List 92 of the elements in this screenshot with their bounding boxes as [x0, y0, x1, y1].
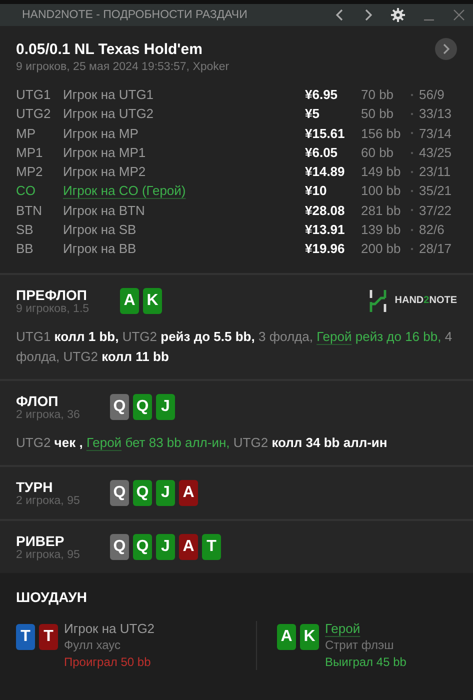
playing-card: Q: [110, 394, 129, 420]
next-icon[interactable]: [363, 8, 373, 22]
player-stack: ¥14.89: [305, 163, 346, 182]
player-stack: ¥19.96: [305, 240, 346, 258]
street-name: ФЛОП: [16, 392, 60, 409]
showdown-title: ШОУДАУН: [16, 588, 88, 605]
player-position: BB: [16, 240, 34, 258]
action-line: UTG2 чек , Герой бет 83 bb алл-ин, UTG2 колл 34 bb алл-ин: [16, 434, 388, 452]
player-name: Игрок на MP2: [63, 163, 147, 182]
hand-combination: Фулл хаус: [64, 637, 122, 654]
logo-text: HAND2NOTE: [394, 295, 457, 306]
playing-card: Q: [110, 534, 129, 560]
player-bb: 50 bb: [361, 105, 395, 124]
playing-card: Q: [110, 480, 129, 506]
street-info: 2 игрока, 95: [16, 494, 81, 507]
window-title: HAND2NOTE - ПОДРОБНОСТИ РАЗДАЧИ: [22, 9, 248, 21]
player-stack: ¥15.61: [305, 124, 346, 143]
playing-card: A: [179, 534, 198, 560]
player-stats: 35/21: [419, 182, 452, 200]
player-name: Игрок на UTG2: [64, 620, 155, 638]
player-stack: ¥28.08: [305, 202, 346, 220]
street-name: ТУРН: [16, 478, 54, 495]
street-name: РИВЕР: [16, 532, 66, 549]
player-bb: 60 bb: [361, 144, 395, 162]
player-stack: ¥13.91: [305, 221, 346, 240]
player-name: Игрок на BB: [63, 240, 138, 258]
playing-card: A: [179, 480, 198, 506]
player-stack: ¥6.95: [305, 86, 339, 104]
close-icon[interactable]: [453, 9, 465, 21]
player-stats: 82/6: [419, 221, 444, 240]
player-stats: 23/11: [419, 163, 451, 182]
playing-card: Q: [133, 394, 152, 420]
player-position: CO: [16, 182, 36, 200]
street-info: 2 игрока, 36: [16, 408, 81, 421]
playing-card: T: [39, 624, 58, 650]
player-stack: ¥10: [305, 182, 328, 200]
player-name[interactable]: Игрок на CO (Герой): [63, 181, 305, 201]
street-name: ПРЕФЛОП: [16, 286, 88, 303]
street-info: 9 игроков, 1.5: [16, 302, 90, 315]
playing-card: J: [156, 480, 175, 506]
player-bb: 281 bb: [361, 202, 402, 220]
player-stack: ¥6.05: [305, 144, 339, 162]
playing-card: A: [277, 624, 296, 650]
player-stats: 33/13: [419, 105, 452, 124]
hand-title: 0.05/0.1 NL Texas Hold'em: [16, 40, 202, 58]
player-stats: 43/25: [419, 144, 452, 162]
settings-icon[interactable]: [391, 8, 405, 22]
hero-link[interactable]: Герой: [86, 434, 122, 450]
player-position: UTG2: [16, 105, 52, 124]
player-stats: 37/22: [419, 202, 452, 220]
hand-result: Проиграл 50 bb: [64, 654, 152, 670]
playing-card: Q: [133, 480, 152, 506]
player-position: SB: [16, 221, 34, 240]
player-stats: 56/9: [419, 86, 444, 104]
player-bb: 156 bb: [361, 124, 402, 143]
hand-result: Выиграл 45 bb: [325, 654, 406, 670]
player-position: MP1: [16, 144, 44, 162]
player-name: Игрок на MP: [63, 124, 140, 143]
player-bb: 200 bb: [361, 240, 402, 258]
player-bb: 149 bb: [361, 163, 402, 182]
playing-card: K: [300, 624, 319, 650]
playing-card: J: [156, 534, 175, 560]
player-name: Игрок на SB: [63, 221, 138, 240]
player-name: Игрок на UTG1: [63, 86, 155, 104]
hero-link[interactable]: Герой: [316, 328, 352, 344]
hand-combination: Стрит флэш: [325, 637, 395, 654]
hand-subtitle: 9 игроков, 25 мая 2024 19:53:57, Xpoker: [16, 61, 230, 73]
player-stats: 28/17: [419, 240, 452, 258]
player-stats: 73/14: [419, 124, 452, 143]
player-bb: 70 bb: [361, 86, 395, 104]
logo-icon: [368, 290, 387, 312]
player-bb: 100 bb: [361, 182, 402, 200]
playing-card: T: [16, 624, 35, 650]
player-name: Игрок на MP1: [63, 144, 147, 162]
playing-card: A: [120, 288, 139, 314]
player-stack: ¥5: [305, 105, 320, 124]
player-bb: 139 bb: [361, 221, 402, 240]
playing-card: T: [202, 534, 221, 560]
playing-card: Q: [133, 534, 152, 560]
player-position: MP2: [16, 163, 44, 182]
playing-card: J: [156, 394, 175, 420]
hero-link[interactable]: Герой: [325, 620, 406, 638]
next-hand-icon[interactable]: [435, 38, 457, 60]
player-name: Игрок на UTG2: [63, 105, 155, 124]
previous-icon[interactable]: [335, 8, 345, 22]
playing-card: K: [143, 288, 162, 314]
street-info: 2 игрока, 95: [16, 548, 81, 561]
player-name: Игрок на BTN: [63, 202, 146, 220]
action-line: UTG1 колл 1 bb, UTG2 рейз до 5.5 bb, 3 фолда, Герой рейз до 16 bb, 4 фолда, UTG2 колл 11 bb: [16, 328, 454, 366]
player-position: UTG1: [16, 86, 52, 104]
player-position: MP: [16, 124, 36, 143]
player-position: BTN: [16, 202, 43, 220]
